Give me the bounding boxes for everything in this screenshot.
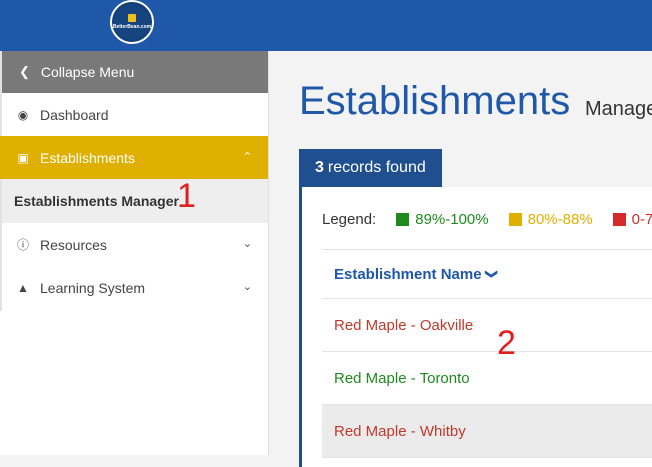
logo-badge: BetterBean.com (112, 4, 152, 40)
legend: Legend: 89%-100% 80%-88% 0-7 (322, 211, 652, 228)
sort-chevron-down-icon: ❯ (484, 268, 499, 280)
table-row[interactable]: Red Maple - Whitby (322, 405, 652, 458)
chevron-down-icon: ⌄ (242, 238, 252, 250)
coffee-can-icon (128, 14, 136, 22)
records-panel: Legend: 89%-100% 80%-88% 0-7 Establishme… (299, 187, 652, 467)
sidebar-item-establishments-manager[interactable]: Establishments Manager (0, 179, 268, 223)
dashboard-icon: ◉ (17, 107, 29, 122)
chevron-down-icon: ⌄ (242, 281, 252, 293)
legend-text: 89%-100% (415, 211, 489, 228)
sidebar-item-label: Establishments Manager (14, 193, 179, 209)
annotation-1: 1 (177, 177, 196, 215)
sidebar-item-establishments[interactable]: ▣ Establishments ⌃ (0, 136, 268, 179)
legend-swatch-green (396, 213, 410, 226)
logo[interactable]: BetterBean.com (110, 0, 154, 44)
page-subtitle: Manage (585, 98, 652, 120)
legend-label: Legend: (322, 211, 377, 228)
top-bar: BetterBean.com (0, 0, 652, 51)
records-tab[interactable]: 3 records found (299, 149, 442, 187)
sidebar-item-label: Resources (40, 236, 107, 253)
table-row[interactable]: Red Maple - Toronto (322, 352, 652, 405)
page-title: Establishments (299, 79, 571, 123)
sidebar: ❮ Collapse Menu ◉ Dashboard ▣ Establishm… (0, 51, 269, 455)
table-row[interactable]: Red Maple - Oakville (322, 299, 652, 352)
legend-text: 80%-88% (527, 211, 593, 228)
sidebar-item-learning-system[interactable]: ▲ Learning System ⌄ (0, 266, 268, 309)
records-label: records found (327, 159, 426, 176)
legend-item-mid: 80%-88% (508, 211, 593, 228)
main-content: Establishments Manage 3 records found Le… (269, 51, 652, 467)
info-icon: ⓘ (16, 238, 29, 252)
collapse-menu-button[interactable]: ❮ Collapse Menu (0, 51, 268, 93)
sidebar-item-dashboard[interactable]: ◉ Dashboard (0, 93, 268, 136)
legend-swatch-red (612, 213, 626, 226)
legend-text: 0-7 (631, 211, 652, 228)
legend-item-low: 0-7 (612, 211, 652, 228)
chevron-left-icon: ❮ (19, 64, 30, 79)
annotation-2: 2 (497, 324, 516, 362)
sidebar-item-resources[interactable]: ⓘ Resources ⌄ (0, 223, 268, 266)
column-header-establishment-name[interactable]: Establishment Name ❯ (322, 249, 652, 299)
chevron-up-icon: ⌃ (242, 151, 252, 163)
establishment-name-link[interactable]: Red Maple - Toronto (334, 370, 470, 387)
graduation-cap-icon: ▲ (17, 280, 29, 295)
briefcase-icon: ▣ (17, 150, 29, 165)
establishment-name-link[interactable]: Red Maple - Oakville (334, 317, 473, 334)
column-header-label: Establishment Name (334, 265, 482, 283)
records-count: 3 (315, 159, 324, 176)
sidebar-item-label: Learning System (40, 279, 146, 296)
logo-text: BetterBean.com (112, 24, 152, 30)
legend-item-high: 89%-100% (396, 211, 489, 228)
legend-swatch-yellow (508, 213, 522, 226)
establishment-name-link[interactable]: Red Maple - Whitby (334, 423, 466, 440)
sidebar-item-label: Dashboard (40, 106, 109, 123)
sidebar-item-label: Establishments (40, 149, 135, 166)
collapse-menu-label: Collapse Menu (40, 64, 135, 80)
